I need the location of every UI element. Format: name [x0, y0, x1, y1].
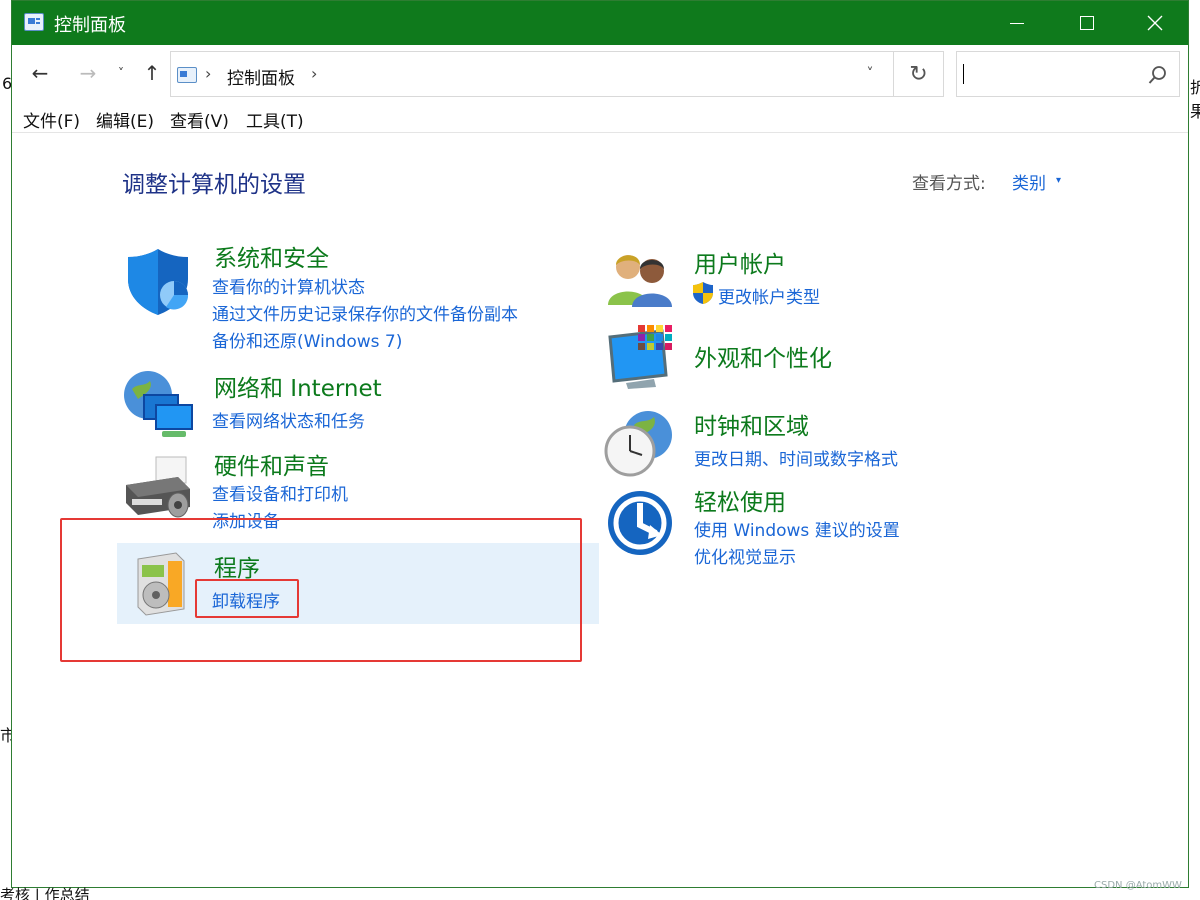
desktop-edge-text: 果 [1190, 102, 1200, 121]
monitor-palette-icon[interactable] [606, 325, 676, 395]
back-button[interactable]: ← [26, 59, 54, 87]
menu-view[interactable]: 查看(V) [170, 107, 229, 132]
menu-edit[interactable]: 编辑(E) [96, 107, 154, 132]
menu-tools[interactable]: 工具(T) [246, 107, 304, 132]
category-network-internet[interactable]: 网络和 Internet [214, 369, 382, 403]
title-bar[interactable]: 控制面板 [12, 1, 1188, 45]
chevron-down-icon: ˅ [866, 66, 874, 82]
uac-shield-icon [693, 282, 713, 304]
view-by-dropdown[interactable]: 类别 [1012, 169, 1046, 194]
link-change-account-type[interactable]: 更改帐户类型 [718, 283, 820, 308]
arrow-right-icon: → [79, 61, 97, 85]
category-system-security[interactable]: 系统和安全 [214, 239, 329, 273]
view-by-label: 查看方式: [912, 174, 986, 194]
window-title: 控制面板 [54, 15, 126, 36]
link-network-status[interactable]: 查看网络状态和任务 [212, 407, 365, 432]
annotation-box-programs [60, 518, 582, 662]
link-windows-recommended-settings[interactable]: 使用 Windows 建议的设置 [694, 516, 900, 541]
users-icon[interactable] [606, 249, 676, 313]
printer-icon[interactable] [122, 455, 194, 527]
minimize-button[interactable] [982, 1, 1052, 45]
refresh-button[interactable]: ↻ [893, 52, 943, 96]
search-input[interactable] [956, 51, 1180, 97]
arrow-up-icon: ↑ [143, 61, 161, 85]
clock-globe-icon[interactable] [604, 409, 676, 483]
minimize-icon [1010, 22, 1024, 24]
category-ease-of-access[interactable]: 轻松使用 [694, 483, 786, 517]
address-dropdown-button[interactable]: ˅ [855, 62, 885, 86]
category-clock-region[interactable]: 时钟和区域 [694, 407, 809, 441]
security-shield-icon[interactable] [122, 245, 194, 321]
maximize-icon [1080, 16, 1094, 30]
annotation-box-uninstall [195, 579, 299, 618]
breadcrumb-separator[interactable]: › [311, 64, 317, 83]
desktop-edge-text: 折 [1190, 78, 1200, 97]
watermark: CSDN @AtomWW [1094, 880, 1182, 891]
breadcrumb-control-panel[interactable]: 控制面板 [227, 64, 295, 89]
navigation-bar: ← → ˅ ↑ › 控制面板 › ˅ ↻ [12, 45, 1188, 103]
link-file-history-backup[interactable]: 通过文件历史记录保存你的文件备份副本 [212, 300, 518, 325]
control-panel-content: 调整计算机的设置 查看方式: 类别 ▾ 系统和安全 查看你的计算机状态 通过文件… [12, 133, 1188, 887]
link-optimize-visual-display[interactable]: 优化视觉显示 [694, 543, 796, 568]
link-backup-restore[interactable]: 备份和还原(Windows 7) [212, 327, 402, 352]
search-icon[interactable] [1147, 64, 1169, 86]
refresh-icon: ↻ [909, 61, 928, 87]
chevron-down-icon: ˅ [118, 66, 124, 80]
address-bar[interactable]: › 控制面板 › ˅ ↻ [170, 51, 944, 97]
close-icon [1147, 15, 1163, 31]
category-hardware-sound[interactable]: 硬件和声音 [214, 447, 329, 481]
desktop-bottom-text: 考核 | 作总结 [0, 886, 90, 900]
link-change-date-time-format[interactable]: 更改日期、时间或数字格式 [694, 445, 898, 470]
menu-bar: 文件(F) 编辑(E) 查看(V) 工具(T) [12, 103, 1188, 133]
link-view-computer-status[interactable]: 查看你的计算机状态 [212, 273, 365, 298]
text-cursor [963, 64, 964, 84]
up-button[interactable]: ↑ [138, 59, 166, 87]
category-appearance-personalization[interactable]: 外观和个性化 [694, 339, 832, 373]
breadcrumb-separator[interactable]: › [205, 64, 211, 83]
network-globe-icon[interactable] [122, 369, 196, 445]
desktop-bottom-strip [0, 888, 1200, 900]
control-panel-icon [24, 13, 44, 31]
control-panel-icon [177, 67, 197, 83]
recent-locations-button[interactable]: ˅ [112, 59, 130, 87]
maximize-button[interactable] [1052, 1, 1122, 45]
ease-of-access-icon[interactable] [606, 489, 674, 561]
arrow-left-icon: ← [31, 61, 49, 85]
menu-file[interactable]: 文件(F) [23, 107, 80, 132]
category-user-accounts[interactable]: 用户帐户 [694, 245, 786, 279]
close-button[interactable] [1120, 1, 1190, 45]
forward-button[interactable]: → [74, 59, 102, 87]
link-devices-printers[interactable]: 查看设备和打印机 [212, 480, 348, 505]
page-title: 调整计算机的设置 [122, 172, 306, 198]
control-panel-window: 控制面板 ← → ˅ ↑ › 控制面板 › ˅ ↻ 文件(F) 编辑(E) 查看… [11, 0, 1189, 888]
caret-down-icon[interactable]: ▾ [1056, 175, 1061, 186]
